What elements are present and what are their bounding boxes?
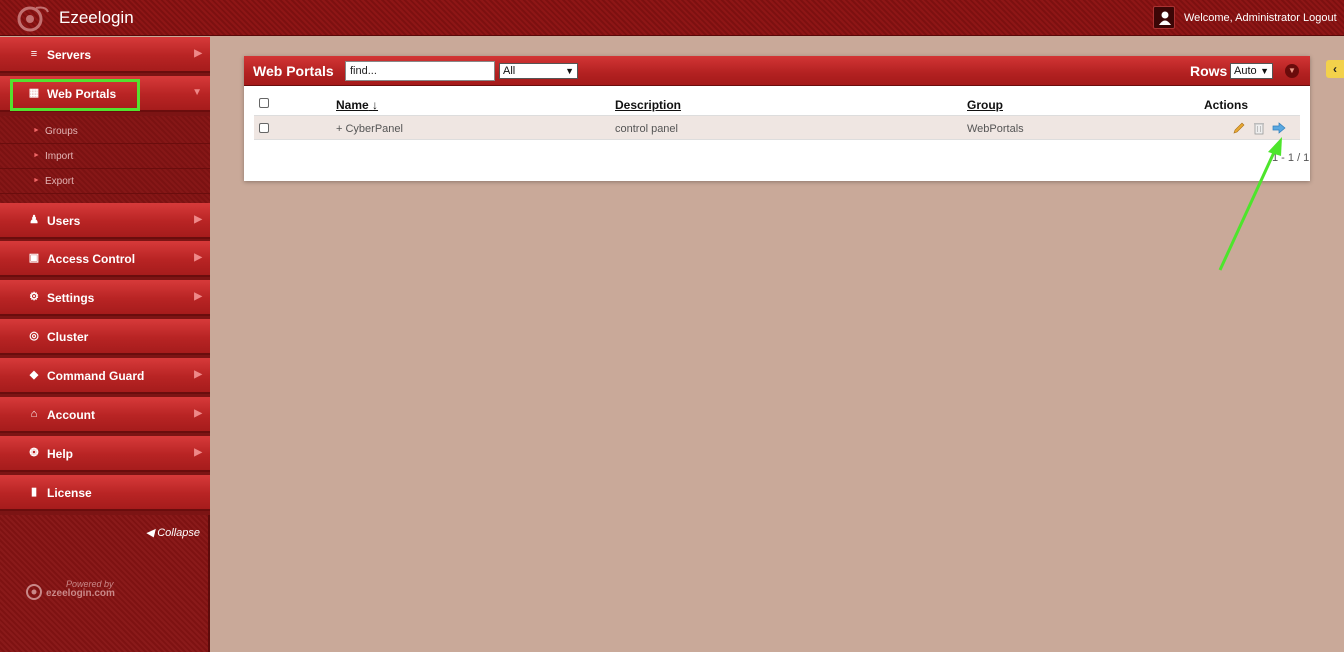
app-title: Ezeelogin [59, 8, 134, 27]
document-icon: ▮ [30, 486, 38, 498]
sidebar-item-users[interactable]: ♟ Users ▶ [0, 203, 210, 239]
sidebar-footer: ◀ Collapse Powered by ezeelogin.com [0, 515, 210, 652]
logout-link[interactable]: Logout [1303, 12, 1337, 24]
select-all-checkbox[interactable] [259, 98, 269, 108]
lifebuoy-icon: ❂ [29, 447, 39, 459]
edit-pencil-icon[interactable] [1232, 121, 1246, 135]
welcome-text: Welcome, Administrator Logout [1184, 12, 1337, 24]
subnav-item-export[interactable]: ► Export [0, 169, 210, 194]
chevron-left-icon: ‹ [1333, 62, 1337, 76]
delete-trash-icon[interactable] [1252, 121, 1266, 135]
column-header-actions: Actions [1204, 98, 1249, 112]
sidebar-item-access-control[interactable]: ▣ Access Control ▶ [0, 241, 210, 277]
annotation-arrow [1218, 137, 1282, 271]
chevron-right-icon: ▶ [194, 48, 202, 59]
sidebar-item-command-guard[interactable]: ◆ Command Guard ▶ [0, 358, 210, 394]
user-avatar-icon[interactable] [1153, 6, 1175, 29]
chevron-right-icon: ▶ [194, 447, 202, 458]
sidebar-item-label: Account [47, 408, 95, 422]
rows-select[interactable]: Auto ▼ [1230, 63, 1273, 79]
sidebar-item-label: Settings [47, 291, 95, 305]
sidebar-item-label: Help [47, 447, 74, 461]
home-icon: ⌂ [30, 408, 38, 420]
column-header-group[interactable]: Group [967, 98, 1003, 112]
row-description: control panel [615, 123, 678, 135]
bullet-icon: ► [33, 127, 40, 134]
sidebar-item-license[interactable]: ▮ License [0, 475, 210, 511]
search-input[interactable] [345, 61, 495, 81]
powered-brand: ezeelogin.com [46, 588, 115, 599]
subnav-item-label: Import [45, 151, 74, 162]
welcome-label: Welcome, Administrator [1184, 12, 1300, 24]
chevron-down-icon: ▼ [192, 87, 202, 98]
row-name[interactable]: + CyberPanel [336, 123, 403, 135]
sidebar-item-label: Servers [47, 48, 92, 62]
sidebar-item-cluster[interactable]: ◎ Cluster [0, 319, 210, 355]
shield-icon: ◆ [29, 369, 39, 381]
collapse-label: Collapse [157, 527, 200, 539]
lock-icon: ▣ [28, 252, 40, 264]
sidebar-item-help[interactable]: ❂ Help ▶ [0, 436, 210, 472]
group-filter-select[interactable]: All ▼ [499, 63, 578, 79]
subnav-item-label: Export [45, 176, 74, 187]
chevron-right-icon: ▶ [194, 291, 202, 302]
chevron-right-icon: ▶ [194, 369, 202, 380]
sort-down-icon: ↓ [372, 98, 379, 112]
powered-by-logo: Powered by ezeelogin.com [24, 579, 134, 603]
web-portals-panel: Web Portals All ▼ Rows Auto ▼ ▼ Name ↓ D… [244, 56, 1310, 181]
bullet-icon: ► [33, 177, 40, 184]
top-bar: Ezeelogin Welcome, Administrator Logout [0, 0, 1344, 36]
collapse-link[interactable]: ◀ Collapse [146, 526, 200, 539]
table-row: + CyberPanel control panel WebPortals [254, 115, 1300, 140]
sidebar-item-label: Cluster [47, 330, 89, 344]
ezeelogin-mark-icon [26, 584, 42, 600]
panel-header: Web Portals All ▼ Rows Auto ▼ ▼ [244, 56, 1310, 86]
group-filter-value: All [503, 65, 516, 77]
subnav-item-label: Groups [45, 126, 78, 137]
row-checkbox[interactable] [259, 123, 269, 133]
sidebar-subnav: ► Groups ► Import ► Export [0, 116, 210, 204]
logo-icon [17, 6, 49, 32]
sidebar-item-servers[interactable]: ≡ Servers ▶ [0, 37, 210, 73]
bullet-icon: ► [33, 152, 40, 159]
panel-title: Web Portals [253, 63, 334, 79]
chevron-right-icon: ▶ [194, 252, 202, 263]
column-header-name[interactable]: Name ↓ [336, 98, 378, 112]
sidebar-item-account[interactable]: ⌂ Account ▶ [0, 397, 210, 433]
highlight-annotation [10, 79, 140, 111]
sidebar-item-label: Command Guard [47, 369, 145, 383]
sidebar-item-label: License [47, 486, 92, 500]
users-icon: ♟ [29, 214, 39, 226]
chevron-down-icon: ▼ [565, 66, 574, 76]
panel-collapse-icon[interactable]: ▼ [1285, 64, 1299, 78]
rows-label: Rows [1190, 63, 1228, 79]
expand-panel-tab[interactable]: ‹ [1326, 60, 1344, 78]
chevron-right-icon: ▶ [194, 408, 202, 419]
subnav-item-groups[interactable]: ► Groups [0, 119, 210, 144]
sidebar-item-settings[interactable]: ⚙ Settings ▶ [0, 280, 210, 316]
open-portal-arrow-icon[interactable] [1272, 121, 1286, 135]
globe-icon: ◎ [29, 330, 39, 342]
column-header-description[interactable]: Description [615, 98, 681, 112]
sidebar-item-label: Users [47, 214, 81, 228]
column-header-label: Name [336, 98, 369, 112]
list-icon: ≡ [30, 48, 38, 60]
chevron-right-icon: ▶ [194, 214, 202, 225]
subnav-item-import[interactable]: ► Import [0, 144, 210, 169]
chevron-down-icon: ▼ [1260, 66, 1269, 76]
row-group: WebPortals [967, 123, 1024, 135]
gears-icon: ⚙ [29, 291, 39, 303]
rows-value: Auto [1234, 65, 1257, 77]
sidebar-item-label: Access Control [47, 252, 136, 266]
